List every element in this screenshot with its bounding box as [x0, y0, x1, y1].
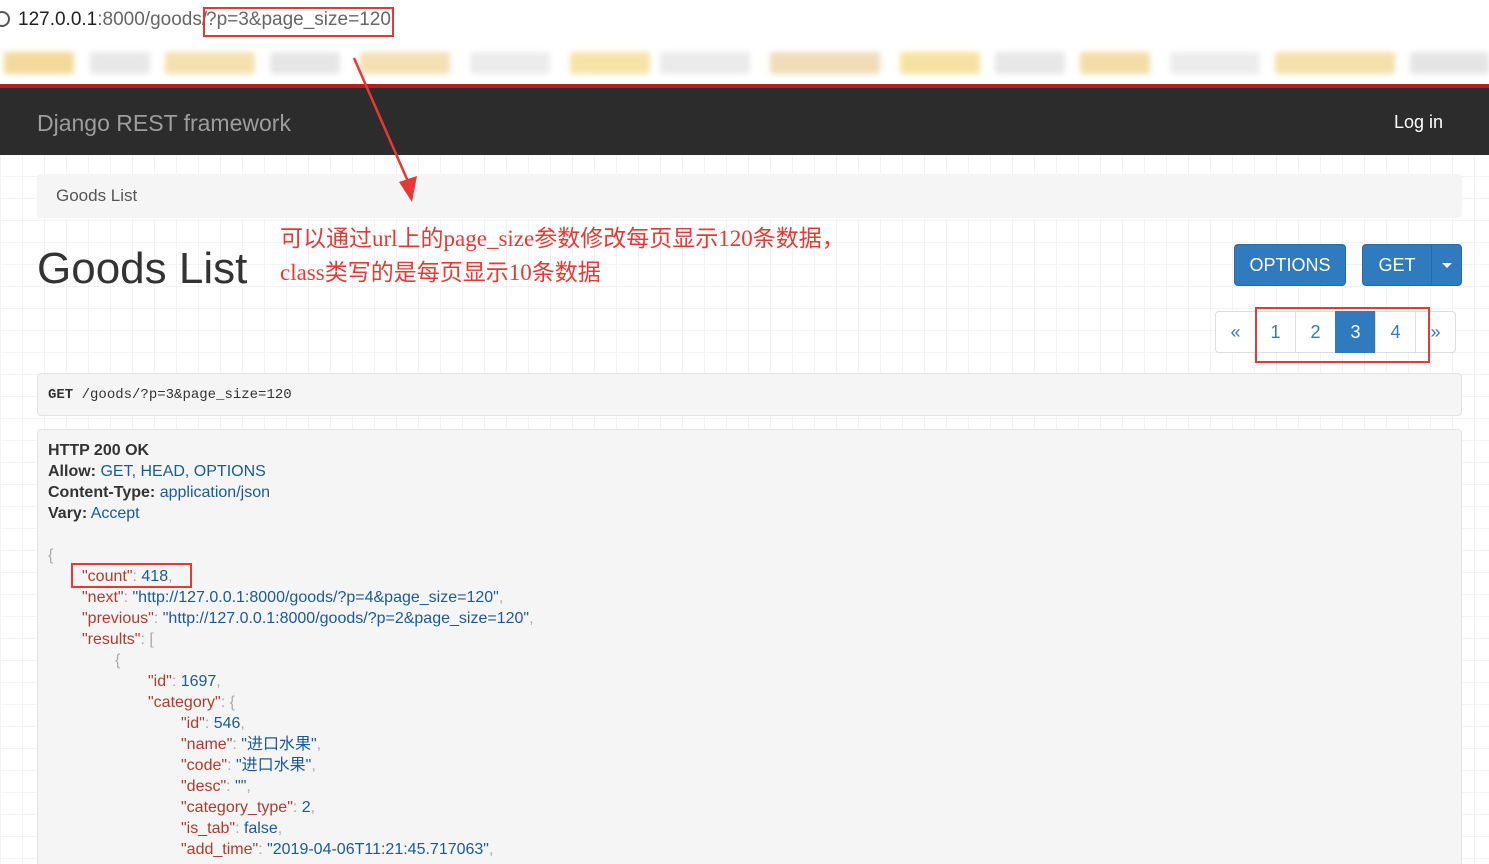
page: 127.0.0.1:8000/goods/ ?p=3&page_size=120…	[0, 0, 1489, 864]
annotation-arrow	[352, 57, 417, 202]
annotation-arrow-head	[399, 176, 417, 202]
annotation-arrow-line	[352, 57, 412, 187]
